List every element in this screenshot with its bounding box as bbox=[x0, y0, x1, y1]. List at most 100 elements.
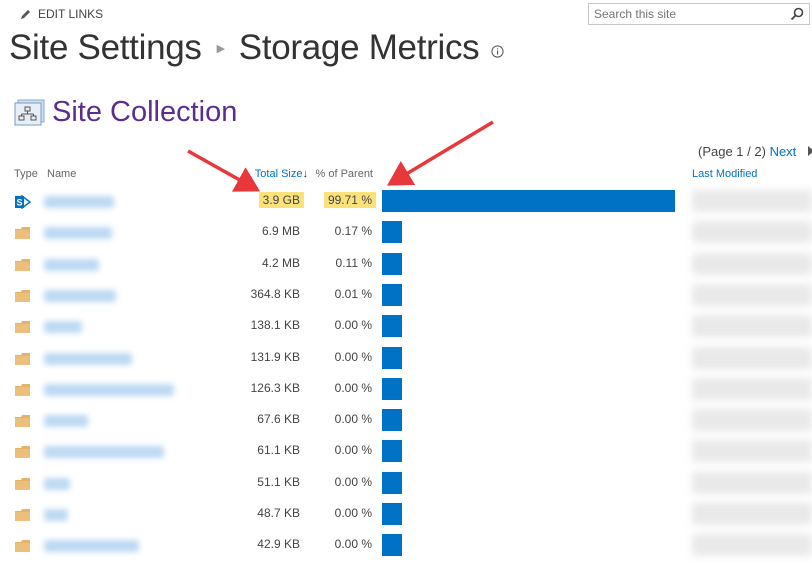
table-row[interactable]: 126.3 KB 0.00 % bbox=[0, 377, 812, 409]
table-row[interactable]: 4.2 MB 0.11 % bbox=[0, 252, 812, 284]
percent-of-parent-value: 0.00 % bbox=[334, 412, 372, 427]
last-modified-value bbox=[692, 471, 812, 494]
item-name-link[interactable] bbox=[44, 227, 112, 240]
folder-icon bbox=[15, 352, 30, 365]
total-size-value: 4.2 MB bbox=[261, 255, 300, 270]
table-row[interactable]: 42.9 KB 0.00 % bbox=[0, 534, 812, 565]
item-name-link[interactable] bbox=[44, 446, 164, 459]
section-header: Site Collection bbox=[14, 96, 237, 129]
percent-of-parent-value: 0.00 % bbox=[334, 474, 372, 489]
table-row[interactable]: 138.1 KB 0.00 % bbox=[0, 315, 812, 346]
total-size-value: 51.1 KB bbox=[257, 474, 300, 489]
search-input[interactable] bbox=[589, 4, 784, 24]
percent-bar bbox=[382, 190, 676, 212]
item-name-link[interactable] bbox=[44, 509, 68, 521]
folder-icon bbox=[15, 289, 30, 302]
column-header-type: Type bbox=[14, 168, 38, 180]
percent-of-parent-value: 0.11 % bbox=[335, 255, 372, 270]
sort-descending-icon: ↓ bbox=[302, 168, 309, 180]
search-icon[interactable] bbox=[790, 7, 804, 21]
total-size-value: 48.7 KB bbox=[257, 506, 300, 520]
last-modified-value bbox=[692, 190, 812, 212]
table-row[interactable]: 67.6 KB 0.00 % bbox=[0, 409, 812, 440]
table-row[interactable]: 6.9 MB 0.17 % bbox=[0, 221, 812, 252]
folder-icon bbox=[15, 540, 30, 553]
total-size-value: 138.1 KB bbox=[250, 318, 300, 333]
table-row[interactable]: 48.7 KB 0.00 % bbox=[0, 503, 812, 534]
page-title: Site Settings ▶ Storage Metrics bbox=[9, 28, 504, 68]
next-arrow-icon[interactable] bbox=[807, 146, 812, 156]
last-modified-value bbox=[692, 283, 812, 306]
percent-of-parent-value: 0.00 % bbox=[334, 506, 372, 520]
item-name-link[interactable] bbox=[44, 415, 88, 428]
site-collection-icon bbox=[14, 99, 45, 125]
total-size-label: Total Size bbox=[254, 168, 303, 180]
next-page-link[interactable]: Next bbox=[770, 144, 797, 159]
column-header-last-modified[interactable]: Last Modified bbox=[692, 168, 757, 180]
page-indicator: (Page 1 / 2) bbox=[698, 144, 766, 159]
column-header-percent-of-parent[interactable]: % of Parent bbox=[316, 168, 373, 180]
percent-bar bbox=[382, 283, 402, 306]
total-size-value: 364.8 KB bbox=[250, 286, 300, 301]
percent-of-parent-value: 0.00 % bbox=[334, 380, 372, 395]
last-modified-value bbox=[692, 534, 812, 557]
percent-bar bbox=[382, 503, 402, 525]
item-name-link[interactable] bbox=[44, 258, 99, 271]
last-modified-value bbox=[692, 440, 812, 463]
column-header-name[interactable]: Name bbox=[47, 168, 76, 180]
annotation-arrow-percent-bar bbox=[386, 120, 494, 186]
folder-icon bbox=[15, 258, 30, 271]
breadcrumb-parent[interactable]: Site Settings bbox=[9, 28, 202, 68]
percent-of-parent-value: 0.00 % bbox=[334, 537, 372, 552]
edit-links-button[interactable]: EDIT LINKS bbox=[20, 7, 103, 21]
table-row[interactable]: 131.9 KB 0.00 % bbox=[0, 346, 812, 378]
folder-icon bbox=[15, 321, 30, 334]
percent-bar bbox=[382, 377, 402, 400]
breadcrumb-current: Storage Metrics bbox=[238, 28, 480, 67]
percent-bar bbox=[382, 534, 402, 557]
item-name-link[interactable] bbox=[44, 196, 114, 208]
total-size-value: 131.9 KB bbox=[250, 349, 300, 364]
search-box[interactable] bbox=[588, 3, 810, 25]
table-row[interactable]: 51.1 KB 0.00 % bbox=[0, 471, 812, 503]
last-modified-value bbox=[692, 409, 812, 432]
pager: (Page 1 / 2) Next bbox=[698, 144, 812, 159]
info-icon[interactable] bbox=[491, 44, 504, 58]
last-modified-value bbox=[692, 503, 812, 525]
sharepoint-site-icon: S bbox=[15, 195, 31, 209]
last-modified-value bbox=[692, 377, 812, 400]
percent-of-parent-value: 0.01 % bbox=[334, 286, 372, 301]
percent-bar bbox=[382, 315, 402, 338]
item-name-link[interactable] bbox=[44, 289, 116, 302]
percent-of-parent-value: 0.00 % bbox=[334, 318, 372, 333]
section-title: Site Collection bbox=[52, 96, 238, 128]
pencil-icon bbox=[21, 10, 30, 19]
last-modified-value bbox=[692, 315, 812, 338]
folder-icon bbox=[15, 446, 30, 459]
last-modified-value bbox=[692, 221, 812, 244]
table-row[interactable]: 61.1 KB 0.00 % bbox=[0, 440, 812, 471]
total-size-value: 42.9 KB bbox=[257, 537, 300, 552]
item-name-link[interactable] bbox=[44, 321, 82, 334]
total-size-value: 3.9 GB bbox=[258, 192, 304, 208]
percent-of-parent-value: 0.00 % bbox=[334, 349, 372, 364]
percent-bar bbox=[382, 440, 402, 463]
percent-bar bbox=[382, 409, 402, 432]
folder-icon bbox=[15, 383, 30, 396]
table-row[interactable]: 364.8 KB 0.01 % bbox=[0, 283, 812, 315]
item-name-link[interactable] bbox=[44, 540, 139, 553]
annotation-arrow-total-size bbox=[187, 149, 261, 192]
percent-bar bbox=[382, 221, 402, 244]
item-name-link[interactable] bbox=[44, 477, 70, 490]
item-name-link[interactable] bbox=[44, 383, 174, 396]
percent-of-parent-value: 99.71 % bbox=[323, 192, 376, 208]
svg-text:S: S bbox=[16, 198, 22, 208]
table-row[interactable]: S 3.9 GB 99.71 % bbox=[0, 190, 812, 221]
last-modified-value bbox=[692, 252, 812, 275]
last-modified-value bbox=[692, 346, 812, 369]
folder-icon bbox=[15, 415, 30, 428]
total-size-value: 67.6 KB bbox=[257, 412, 300, 427]
column-header-total-size[interactable]: Total Size↓ bbox=[255, 168, 308, 180]
folder-icon bbox=[15, 477, 30, 490]
item-name-link[interactable] bbox=[44, 352, 132, 365]
